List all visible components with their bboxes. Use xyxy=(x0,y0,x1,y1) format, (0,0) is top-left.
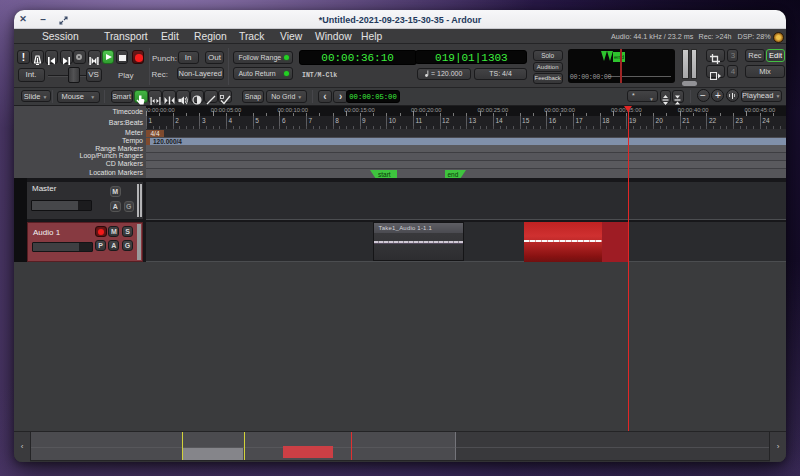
svg-text:start: start xyxy=(378,171,391,178)
svg-text:end: end xyxy=(448,171,459,178)
